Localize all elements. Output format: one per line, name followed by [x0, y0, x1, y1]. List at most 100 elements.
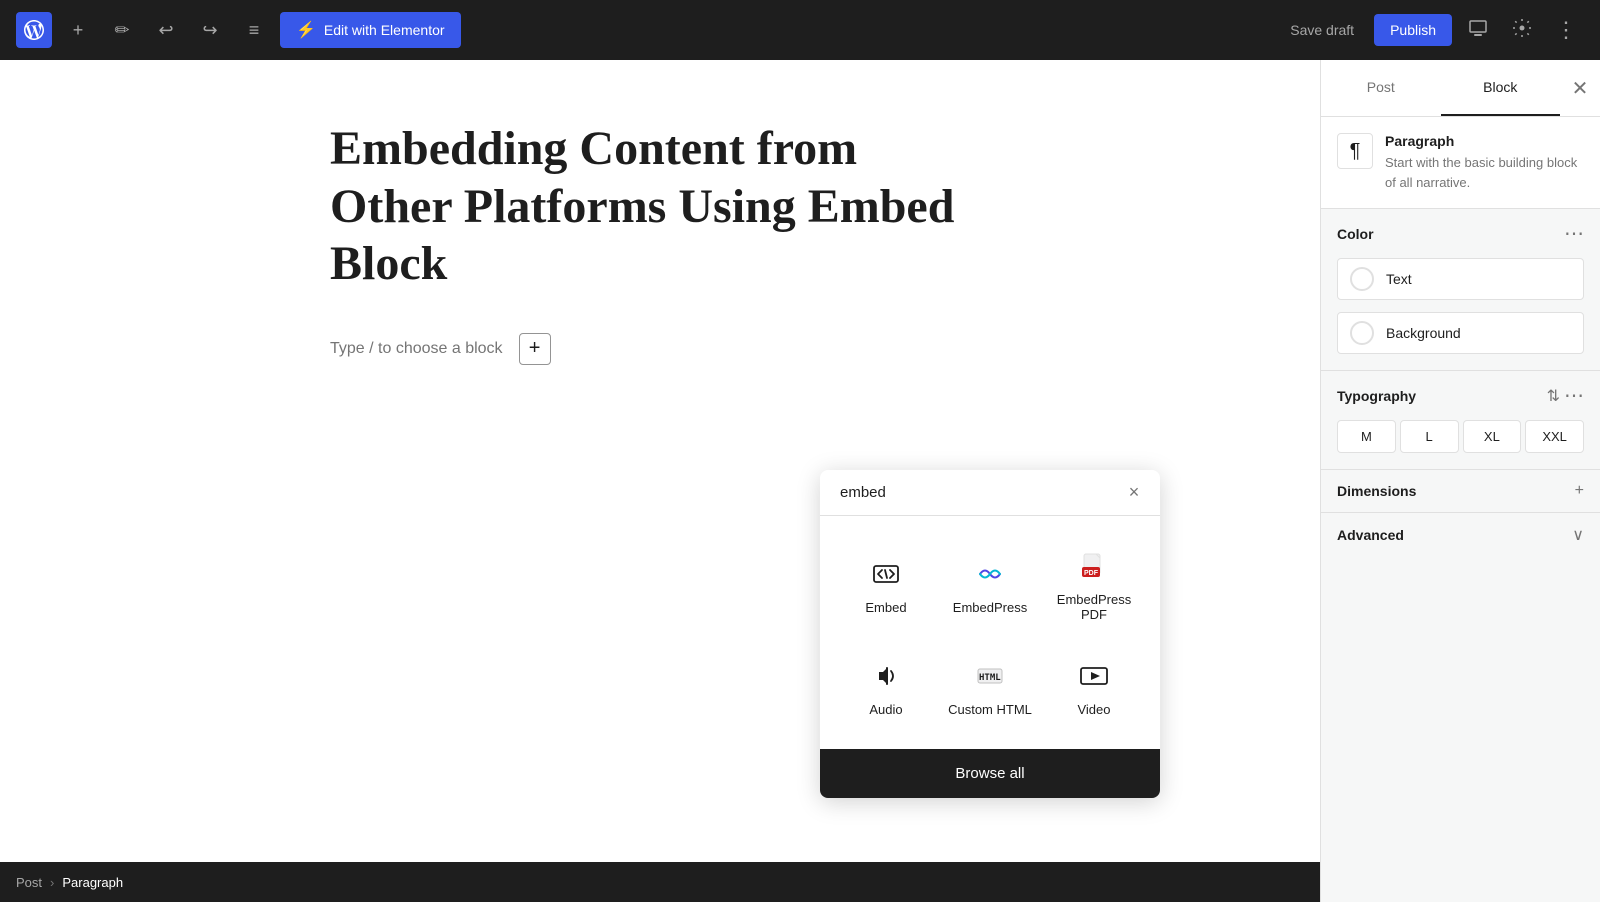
typography-header: Typography ⇅ ⋯ — [1321, 371, 1600, 420]
video-label: Video — [1077, 702, 1110, 717]
list-view-icon: ≡ — [249, 20, 260, 41]
embed-icon — [871, 556, 901, 592]
sidebar-tabs: Post Block — [1321, 60, 1560, 116]
block-item-video[interactable]: Video — [1044, 642, 1144, 733]
preview-button[interactable] — [1460, 12, 1496, 48]
typography-controls: ⇅ ⋯ — [1547, 383, 1584, 408]
clear-search-button[interactable]: × — [1120, 479, 1148, 507]
block-item-embed[interactable]: Embed — [836, 532, 936, 638]
more-options-button[interactable]: ⋮ — [1548, 12, 1584, 48]
size-btn-l[interactable]: L — [1400, 420, 1459, 453]
advanced-section: Advanced ∨ — [1321, 512, 1600, 557]
breadcrumb-current: Paragraph — [62, 875, 123, 890]
browse-all-button[interactable]: Browse all — [820, 749, 1160, 798]
settings-button[interactable] — [1504, 12, 1540, 48]
list-view-button[interactable]: ≡ — [236, 12, 272, 48]
dimensions-section-title: Dimensions — [1337, 483, 1416, 499]
breadcrumb: Post › Paragraph — [0, 862, 1320, 902]
edit-with-elementor-button[interactable]: ⚡ Edit with Elementor — [280, 12, 461, 48]
size-options: M L XL XXL — [1321, 420, 1600, 469]
color-option-background[interactable]: Background — [1337, 312, 1584, 354]
search-row: × — [820, 470, 1160, 516]
undo-icon: ↩ — [158, 20, 173, 41]
audio-label: Audio — [869, 702, 902, 717]
embedpress-pdf-icon: PDF — [1079, 548, 1109, 584]
sliders-icon: ⇅ — [1547, 388, 1560, 405]
html-icon: HTML — [975, 658, 1005, 694]
view-icon — [1468, 18, 1488, 43]
tab-post[interactable]: Post — [1321, 60, 1441, 116]
breadcrumb-post[interactable]: Post — [16, 875, 42, 890]
elementor-icon: ⚡ — [296, 20, 316, 40]
redo-button[interactable]: ↪ — [192, 12, 228, 48]
svg-text:HTML: HTML — [979, 673, 1001, 683]
right-sidebar: Post Block ✕ ¶ Paragraph Start with the … — [1320, 60, 1600, 902]
type-hint: Type / to choose a block — [330, 340, 503, 358]
block-item-custom-html[interactable]: HTML Custom HTML — [940, 642, 1040, 733]
block-item-audio[interactable]: Audio — [836, 642, 936, 733]
wp-logo[interactable] — [16, 12, 52, 48]
more-icon-2: ⋯ — [1564, 385, 1584, 407]
blocks-grid: Embed EmbedPress — [820, 516, 1160, 749]
background-color-label: Background — [1386, 325, 1461, 341]
elementor-button-label: Edit with Elementor — [324, 22, 445, 38]
breadcrumb-separator: › — [50, 875, 54, 890]
plus-icon: + — [73, 20, 84, 41]
block-search-popup: × Embed — [820, 470, 1160, 798]
toolbar-right: Save draft Publish ⋮ — [1278, 12, 1584, 48]
advanced-expand-button[interactable]: ∨ — [1572, 525, 1584, 545]
close-sidebar-button[interactable]: ✕ — [1560, 60, 1600, 116]
svg-text:PDF: PDF — [1084, 570, 1099, 577]
post-title[interactable]: Embedding Content from Other Platforms U… — [330, 120, 990, 293]
size-btn-xl[interactable]: XL — [1463, 420, 1522, 453]
custom-html-label: Custom HTML — [948, 702, 1032, 717]
size-btn-m[interactable]: M — [1337, 420, 1396, 453]
dimensions-add-button[interactable]: + — [1575, 482, 1584, 500]
text-color-label: Text — [1386, 271, 1412, 287]
toolbar: + ✏ ↩ ↪ ≡ ⚡ Edit with Elementor Save dra… — [0, 0, 1600, 60]
color-section-title: Color — [1337, 226, 1374, 242]
block-row: Type / to choose a block + — [330, 333, 990, 365]
tools-button[interactable]: ✏ — [104, 12, 140, 48]
dimensions-section: Dimensions + — [1321, 469, 1600, 512]
block-search-input[interactable] — [832, 470, 1120, 515]
main-layout: Embedding Content from Other Platforms U… — [0, 60, 1600, 902]
chevron-down-icon: ∨ — [1572, 527, 1584, 544]
redo-icon: ↪ — [202, 20, 217, 41]
size-btn-xxl[interactable]: XXL — [1525, 420, 1584, 453]
embedpress-label: EmbedPress — [953, 600, 1027, 615]
paragraph-desc-text: Start with the basic building block of a… — [1385, 153, 1584, 192]
close-icon: ✕ — [1572, 76, 1589, 101]
add-block-inline-button[interactable]: + — [519, 333, 551, 365]
settings-icon — [1512, 18, 1532, 43]
block-item-embedpress-pdf[interactable]: PDF EmbedPress PDF — [1044, 532, 1144, 638]
plus-icon-2: + — [1575, 482, 1584, 499]
audio-icon — [871, 658, 901, 694]
add-block-button[interactable]: + — [60, 12, 96, 48]
typography-more-button[interactable]: ⋯ — [1564, 383, 1584, 408]
color-more-button[interactable]: ⋯ — [1564, 221, 1584, 246]
save-draft-button[interactable]: Save draft — [1278, 14, 1366, 46]
text-color-circle — [1350, 267, 1374, 291]
paragraph-description: Paragraph Start with the basic building … — [1385, 133, 1584, 192]
editor-content: Embedding Content from Other Platforms U… — [290, 120, 1030, 365]
video-icon — [1079, 658, 1109, 694]
typography-tweak-button[interactable]: ⇅ — [1547, 383, 1560, 408]
paragraph-title: Paragraph — [1385, 133, 1584, 149]
pencil-icon: ✏ — [114, 20, 129, 41]
plus-inline-icon: + — [529, 337, 541, 360]
close-icon: × — [1129, 482, 1140, 503]
editor-area: Embedding Content from Other Platforms U… — [0, 60, 1320, 902]
embedpress-pdf-label: EmbedPress PDF — [1052, 592, 1136, 622]
embed-label: Embed — [865, 600, 906, 615]
advanced-section-title: Advanced — [1337, 527, 1404, 543]
publish-button[interactable]: Publish — [1374, 14, 1452, 46]
paragraph-info: ¶ Paragraph Start with the basic buildin… — [1321, 117, 1600, 208]
block-item-embedpress[interactable]: EmbedPress — [940, 532, 1040, 638]
typography-section-title: Typography — [1337, 388, 1416, 404]
color-option-text[interactable]: Text — [1337, 258, 1584, 300]
color-section-header: Color ⋯ — [1321, 208, 1600, 258]
undo-button[interactable]: ↩ — [148, 12, 184, 48]
background-color-circle — [1350, 321, 1374, 345]
tab-block[interactable]: Block — [1441, 60, 1561, 116]
